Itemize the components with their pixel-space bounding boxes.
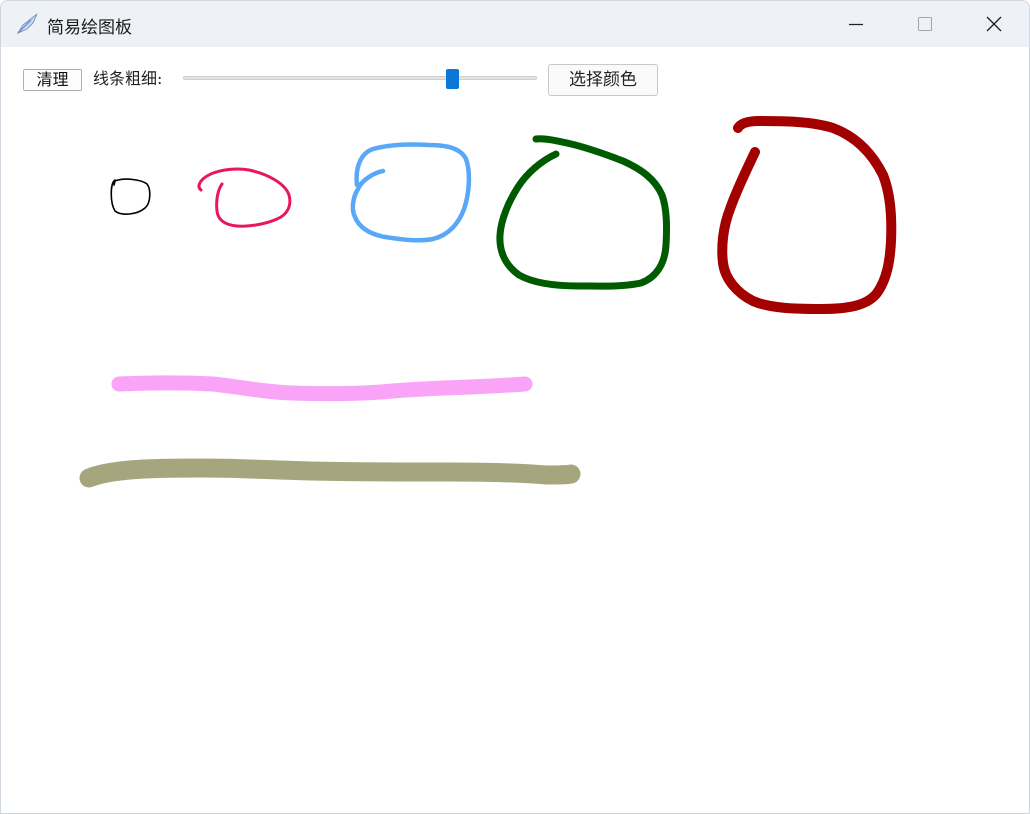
close-icon bbox=[986, 16, 1002, 32]
maximize-button[interactable] bbox=[890, 1, 960, 47]
minimize-button[interactable] bbox=[821, 1, 891, 47]
choose-color-button[interactable]: 选择颜色 bbox=[548, 64, 658, 96]
app-feather-icon bbox=[15, 11, 41, 37]
toolbar: 清理 线条粗细: 选择颜色 bbox=[1, 47, 1029, 111]
minimize-icon bbox=[849, 23, 863, 26]
green-circle-stroke bbox=[496, 135, 670, 290]
close-button[interactable] bbox=[959, 1, 1029, 47]
drawing-canvas[interactable] bbox=[1, 111, 1029, 813]
title-bar[interactable]: 简易绘图板 bbox=[1, 1, 1029, 47]
line-width-slider-thumb[interactable] bbox=[445, 69, 459, 89]
maximize-icon bbox=[917, 16, 933, 32]
black-circle-stroke bbox=[110, 178, 151, 215]
darkred-circle-stroke bbox=[717, 116, 897, 314]
clear-button[interactable]: 清理 bbox=[23, 69, 82, 91]
red-circle-stroke bbox=[197, 167, 292, 228]
olive-line-stroke bbox=[79, 458, 581, 488]
blue-circle-stroke bbox=[350, 142, 472, 243]
app-window: 简易绘图板 清理 线条粗细: 选择颜色 bbox=[0, 0, 1030, 814]
line-width-slider-track[interactable] bbox=[183, 76, 537, 80]
line-width-label: 线条粗细: bbox=[93, 69, 163, 88]
window-title: 简易绘图板 bbox=[47, 18, 132, 38]
pink-line-stroke bbox=[111, 375, 533, 402]
